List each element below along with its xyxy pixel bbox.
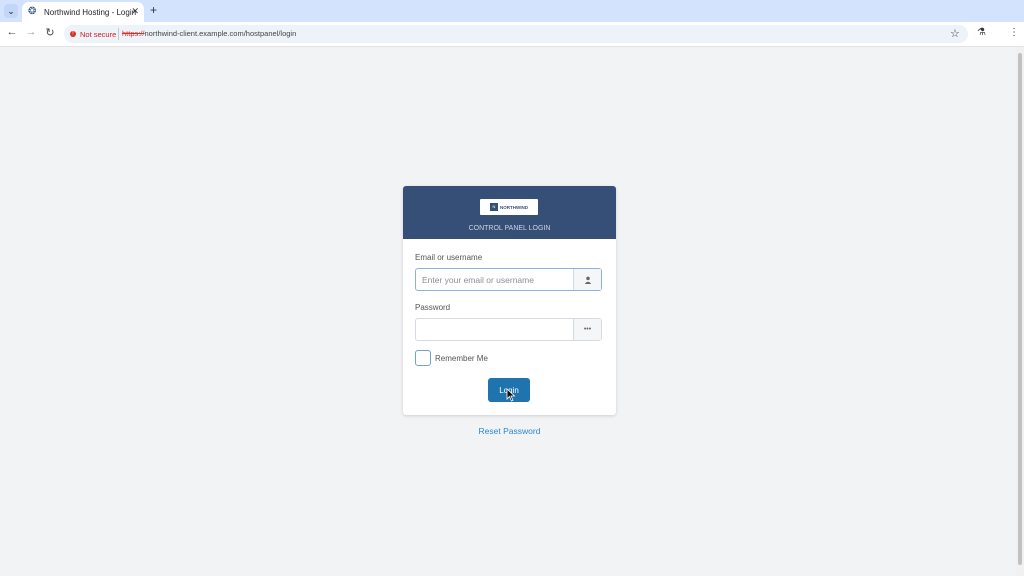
scrollbar-thumb[interactable]	[1018, 53, 1022, 565]
tab-title: Northwind Hosting - Login - H	[44, 7, 136, 17]
login-card: N NORTHWIND CONTROL PANEL LOGIN Email or…	[403, 186, 616, 415]
password-label: Password	[415, 303, 451, 312]
email-input[interactable]	[416, 269, 573, 290]
bookmark-star-icon[interactable]: ☆	[950, 27, 960, 40]
warning-icon: !	[70, 31, 76, 37]
remember-me-label[interactable]: Remember Me	[435, 354, 488, 363]
remember-me-checkbox[interactable]	[415, 350, 431, 366]
password-dots-icon: •••	[573, 319, 601, 340]
security-indicator[interactable]: ! Not secure	[70, 28, 116, 40]
browser-tab[interactable]: ❂ Northwind Hosting - Login - H ✕	[22, 2, 144, 22]
favicon: ❂	[28, 6, 37, 17]
menu-kebab-icon[interactable]: ⋮	[1009, 27, 1019, 38]
northwind-logo: N NORTHWIND	[480, 199, 538, 215]
browser-toolbar: ← → ↻ ! Not secure https://northwind-cli…	[0, 22, 1024, 47]
logo-mark-icon: N	[490, 203, 498, 211]
email-field-group	[415, 268, 602, 291]
url-scheme: https://	[122, 29, 145, 38]
mouse-cursor-icon	[506, 388, 516, 402]
card-title: CONTROL PANEL LOGIN	[468, 225, 551, 232]
tab-strip: ⌄ ❂ Northwind Hosting - Login - H ✕ +	[0, 0, 1024, 22]
email-label: Email or username	[415, 253, 483, 262]
labs-flask-icon[interactable]: ⚗	[977, 27, 986, 38]
password-field-group: •••	[415, 318, 602, 341]
page-scrollbar[interactable]	[1016, 47, 1024, 576]
close-icon[interactable]: ✕	[131, 6, 139, 17]
user-icon	[573, 269, 601, 290]
divider	[118, 28, 119, 40]
security-label: Not secure	[80, 29, 117, 39]
reset-password-link[interactable]: Reset Password	[403, 426, 616, 436]
password-input[interactable]	[416, 319, 573, 340]
tab-search-icon[interactable]: ⌄	[4, 4, 18, 18]
url-path: northwind-client.example.com/hostpanel/l…	[144, 29, 297, 38]
url-text[interactable]: https://northwind-client.example.com/hos…	[122, 29, 296, 38]
reload-icon[interactable]: ↻	[42, 26, 58, 39]
forward-icon[interactable]: →	[23, 26, 39, 38]
logo-text: NORTHWIND	[500, 204, 528, 210]
back-icon[interactable]: ←	[4, 26, 20, 38]
address-bar[interactable]: ! Not secure https://northwind-client.ex…	[64, 25, 968, 43]
card-header: N NORTHWIND CONTROL PANEL LOGIN	[403, 186, 616, 239]
new-tab-icon[interactable]: +	[150, 3, 157, 17]
